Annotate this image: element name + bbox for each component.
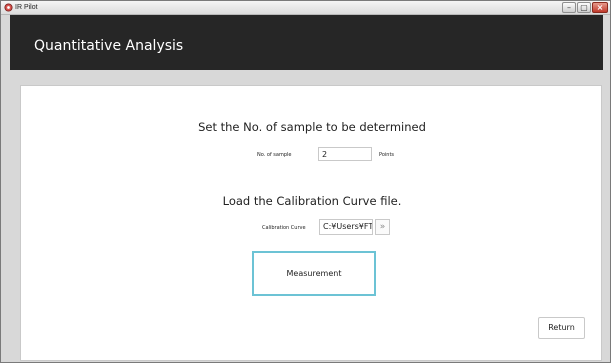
app-window: IR Pilot – ▢ × Quantitative Analysis Set… <box>0 0 611 363</box>
page-title: Quantitative Analysis <box>34 38 184 54</box>
calibration-label: Calibration Curve <box>262 225 306 231</box>
measurement-button[interactable]: Measurement <box>252 251 376 296</box>
return-button[interactable]: Return <box>538 317 585 339</box>
page-header: Quantitative Analysis <box>10 15 603 70</box>
app-icon <box>4 3 13 12</box>
samples-units: Points <box>379 152 395 158</box>
calibration-path-input[interactable]: C:¥Users¥FTIR <box>319 219 373 235</box>
minimize-button[interactable]: – <box>562 2 576 13</box>
browse-button[interactable]: » <box>375 219 390 235</box>
samples-label: No. of sample <box>257 152 292 158</box>
title-bar[interactable]: IR Pilot – ▢ × <box>1 1 610 15</box>
samples-heading: Set the No. of sample to be determined <box>198 120 426 134</box>
samples-input[interactable]: 2 <box>318 147 372 161</box>
window-title: IR Pilot <box>15 4 38 11</box>
main-panel: Set the No. of sample to be determined N… <box>20 85 602 361</box>
maximize-button[interactable]: ▢ <box>577 2 591 13</box>
calibration-heading: Load the Calibration Curve file. <box>222 194 402 208</box>
close-button[interactable]: × <box>592 2 608 13</box>
